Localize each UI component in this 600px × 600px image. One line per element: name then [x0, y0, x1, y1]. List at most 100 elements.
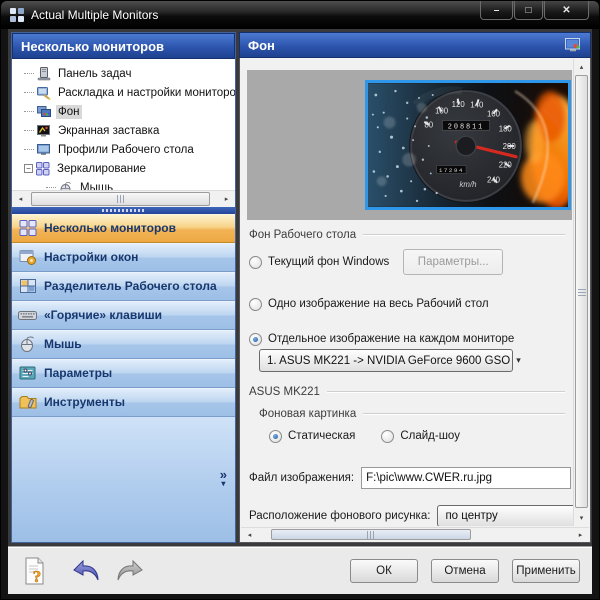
nav-item-window-settings[interactable]: Настройки окон — [12, 243, 235, 272]
tools-icon — [18, 393, 37, 411]
tree-item-mirroring[interactable]: − Зеркалирование — [12, 159, 235, 178]
content-horizontal-scrollbar[interactable]: ◂ ▸ — [241, 527, 589, 541]
radio-single-image[interactable]: Одно изображение на весь Рабочий стол — [249, 295, 565, 313]
chevron-icon: » — [220, 470, 227, 479]
left-panel-header: Несколько мониторов — [12, 33, 235, 59]
nav-label: Несколько мониторов — [44, 221, 176, 235]
tree-item-monitors-layout[interactable]: Раскладка и настройки мониторов — [12, 83, 235, 102]
app-window: Actual Multiple Monitors – □ ✕ Несколько… — [0, 0, 600, 600]
four-monitors-icon — [18, 219, 37, 237]
svg-text:208811: 208811 — [448, 123, 484, 131]
radio-checked-icon[interactable] — [249, 333, 262, 346]
background-position-row: Расположение фонового рисунка: по центру… — [249, 505, 571, 526]
nav-label: Разделитель Рабочего стола — [44, 279, 217, 293]
tree-item-desktop-profiles[interactable]: Профили Рабочего стола — [12, 140, 235, 159]
scroll-left-icon[interactable]: ◂ — [242, 529, 257, 540]
tree-horizontal-scrollbar[interactable]: ◂ ▸ — [12, 190, 235, 207]
tree-item-screensaver[interactable]: Экранная заставка — [12, 121, 235, 140]
svg-text:120: 120 — [452, 100, 466, 109]
background-settings-content: 80 100 120 140 160 180 200 220 240 — [241, 59, 573, 526]
radio-static[interactable] — [269, 430, 282, 443]
keyboard-icon — [18, 306, 37, 324]
nav-label: Настройки окон — [44, 250, 138, 264]
nav-label: Мышь — [44, 337, 82, 351]
desktop-profiles-icon — [37, 143, 52, 157]
tree-item-mouse[interactable]: Мышь — [12, 178, 235, 190]
maximize-icon: □ — [525, 5, 531, 16]
close-button[interactable]: ✕ — [544, 1, 589, 20]
background-position-select[interactable]: по центру ▾ — [437, 505, 573, 526]
panel-splitter[interactable] — [12, 207, 235, 214]
svg-text:17294: 17294 — [439, 167, 464, 174]
mouse-icon — [59, 181, 74, 190]
picture-group: Фоновая картинка — [259, 406, 565, 422]
nav-item-multiple-monitors[interactable]: Несколько мониторов — [12, 214, 235, 243]
left-panel: Несколько мониторов Панель задач Расклад… — [11, 32, 236, 543]
tree-item-background[interactable]: Фон — [12, 102, 235, 121]
scroll-left-icon[interactable]: ◂ — [13, 192, 28, 206]
nav-item-options[interactable]: Параметры — [12, 359, 235, 388]
image-file-input[interactable] — [361, 467, 571, 489]
undo-icon[interactable] — [71, 557, 102, 584]
nav-item-mouse[interactable]: Мышь — [12, 330, 235, 359]
nav-item-tools[interactable]: Инструменты — [12, 388, 235, 417]
help-icon[interactable]: ? — [22, 556, 49, 586]
minimize-button[interactable]: – — [480, 1, 513, 20]
expander-icon[interactable]: − — [24, 164, 33, 173]
apply-button[interactable]: Применить — [512, 559, 580, 583]
nav-overflow-button[interactable]: » ▾ — [220, 470, 227, 488]
background-preview-image[interactable]: 80 100 120 140 160 180 200 220 240 — [365, 80, 571, 210]
settings-tree: Панель задач Раскладка и настройки монит… — [12, 59, 235, 190]
svg-text:140: 140 — [470, 101, 484, 110]
nav-item-desktop-divider[interactable]: Разделитель Рабочего стола — [12, 272, 235, 301]
desktop-divider-icon — [18, 277, 37, 295]
monitor-select-value: 1. ASUS MK221 -> NVIDIA GeForce 9600 GSO — [267, 355, 510, 367]
nav-overflow-row: » ▾ — [12, 417, 235, 543]
svg-text:?: ? — [33, 567, 42, 586]
chevron-down-icon: ▾ — [221, 479, 225, 488]
tree-hscroll-thumb[interactable] — [31, 192, 210, 206]
radio-current-windows-bg[interactable]: Текущий фон Windows Параметры... — [249, 249, 565, 275]
tree-item-taskbar[interactable]: Панель задач — [12, 64, 235, 83]
radio-slideshow[interactable] — [381, 430, 394, 443]
scroll-down-icon[interactable]: ▾ — [575, 511, 588, 525]
mirroring-icon — [36, 162, 51, 176]
svg-text:220: 220 — [499, 161, 513, 170]
radio-individual-image[interactable]: Отдельное изображение на каждом мониторе — [249, 330, 565, 348]
close-icon: ✕ — [562, 5, 570, 16]
parameters-button[interactable]: Параметры... — [403, 249, 503, 275]
ok-button[interactable]: ОК — [350, 559, 418, 583]
radio-icon[interactable] — [249, 298, 262, 311]
title-bar[interactable]: Actual Multiple Monitors – □ ✕ — [1, 1, 599, 29]
right-panel-header: Фон — [239, 32, 591, 58]
svg-text:80: 80 — [424, 120, 433, 129]
redo-icon[interactable] — [114, 557, 145, 584]
options-icon — [18, 364, 37, 382]
nav-item-hotkeys[interactable]: «Горячие» клавиши — [12, 301, 235, 330]
app-icon — [10, 8, 24, 22]
svg-text:180: 180 — [499, 124, 513, 133]
background-icon — [37, 105, 52, 119]
svg-text:km/h: km/h — [460, 180, 477, 189]
content-hscroll-thumb[interactable] — [271, 529, 471, 540]
category-nav: Несколько мониторов Настройки окон Разде… — [12, 214, 235, 417]
scroll-right-icon[interactable]: ▸ — [573, 529, 588, 540]
scroll-right-icon[interactable]: ▸ — [219, 192, 234, 206]
monitor-select[interactable]: 1. ASUS MK221 -> NVIDIA GeForce 9600 GSO… — [259, 349, 513, 372]
window-title: Actual Multiple Monitors — [31, 8, 158, 22]
background-position-label: Расположение фонового рисунка: — [249, 510, 430, 522]
speedometer-image: 80 100 120 140 160 180 200 220 240 — [368, 83, 568, 207]
radio-icon[interactable] — [249, 256, 262, 269]
window-settings-icon — [18, 248, 37, 266]
image-file-row: Файл изображения: — [249, 467, 571, 489]
monitor-group: ASUS MK221 — [249, 384, 565, 400]
vscroll-thumb[interactable] — [575, 75, 588, 508]
page-title: Фон — [248, 38, 275, 53]
vertical-scrollbar[interactable]: ▴ ▾ — [573, 59, 589, 526]
client-area: Несколько мониторов Панель задач Расклад… — [8, 29, 592, 592]
cancel-button[interactable]: Отмена — [431, 559, 499, 583]
maximize-button[interactable]: □ — [514, 1, 543, 20]
taskbar-icon — [37, 67, 52, 81]
scroll-up-icon[interactable]: ▴ — [575, 60, 588, 74]
nav-label: «Горячие» клавиши — [44, 308, 162, 322]
